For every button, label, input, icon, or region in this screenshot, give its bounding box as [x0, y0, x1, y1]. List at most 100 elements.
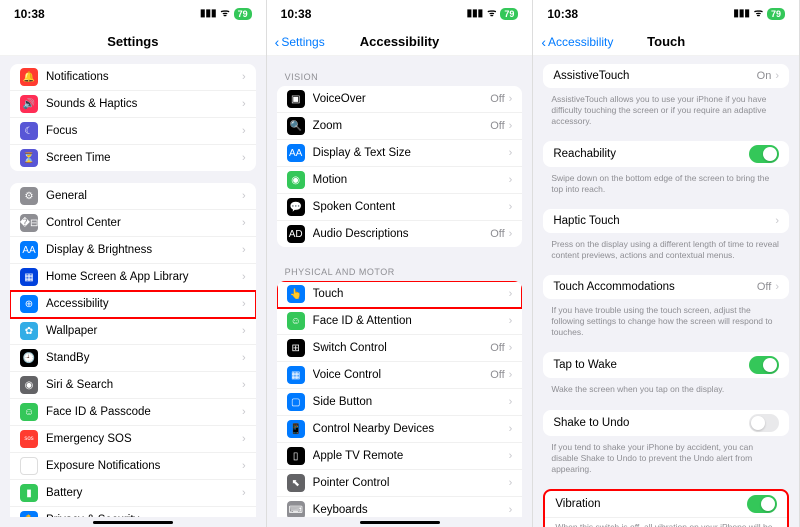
settings-row-home-screen-app-library[interactable]: ▦Home Screen & App Library› — [10, 264, 256, 291]
back-button[interactable]: ‹ Settings — [275, 34, 325, 50]
accessibility-row-display-text-size[interactable]: AADisplay & Text Size› — [277, 140, 523, 167]
row-vibration[interactable]: Vibration — [545, 491, 787, 518]
settings-row-wallpaper[interactable]: ✿Wallpaper› — [10, 318, 256, 345]
settings-row-notifications[interactable]: 🔔Notifications› — [10, 64, 256, 91]
chevron-right-icon: › — [509, 120, 513, 132]
settings-row-general[interactable]: ⚙General› — [10, 183, 256, 210]
app-icon: ▢ — [287, 393, 305, 411]
settings-row-standby[interactable]: 🕘StandBy› — [10, 345, 256, 372]
row-label: Keyboards — [313, 504, 509, 516]
chevron-right-icon: › — [509, 288, 513, 300]
accessibility-row-side-button[interactable]: ▢Side Button› — [277, 389, 523, 416]
wifi-icon: ᯤ — [487, 9, 496, 19]
nav-header: ‹ Settings Accessibility — [267, 28, 533, 56]
app-icon: ▣ — [287, 90, 305, 108]
accessibility-row-apple-tv-remote[interactable]: ▯Apple TV Remote› — [277, 443, 523, 470]
flower-icon: ✿ — [20, 322, 38, 340]
accessibility-row-control-nearby-devices[interactable]: 📱Control Nearby Devices› — [277, 416, 523, 443]
gear-icon: ⚙ — [20, 187, 38, 205]
settings-row-exposure-notifications[interactable]: ⊙Exposure Notifications› — [10, 453, 256, 480]
accessibility-row-voice-control[interactable]: ▦Voice ControlOff› — [277, 362, 523, 389]
accessibility-row-zoom[interactable]: 🔍ZoomOff› — [277, 113, 523, 140]
row-label: AssistiveTouch — [553, 70, 756, 82]
accessibility-row-voiceover[interactable]: ▣VoiceOverOff› — [277, 86, 523, 113]
app-icon: ⬉ — [287, 474, 305, 492]
row-value: On — [757, 70, 772, 82]
app-icon: ◉ — [287, 171, 305, 189]
back-button[interactable]: ‹ Accessibility — [541, 34, 613, 50]
chevron-right-icon: › — [242, 98, 246, 110]
row-label: Apple TV Remote — [313, 450, 509, 462]
chevron-right-icon: › — [242, 325, 246, 337]
app-icon: 👆 — [287, 285, 305, 303]
text-size-icon: AA — [20, 241, 38, 259]
row-label: Display & Text Size — [313, 147, 509, 159]
sos-icon: sos — [20, 430, 38, 448]
row-shake-to-undo[interactable]: Shake to Undo — [543, 410, 789, 436]
row-haptic-touch[interactable]: Haptic Touch › — [543, 209, 789, 233]
settings-row-siri-search[interactable]: ◉Siri & Search› — [10, 372, 256, 399]
clock: 10:38 — [14, 7, 45, 21]
settings-row-control-center[interactable]: �⊟Control Center› — [10, 210, 256, 237]
app-icon: ▦ — [287, 366, 305, 384]
row-label: Accessibility — [46, 298, 242, 310]
chevron-right-icon: › — [775, 281, 779, 293]
settings-row-display-brightness[interactable]: AADisplay & Brightness› — [10, 237, 256, 264]
settings-row-sounds-haptics[interactable]: 🔊Sounds & Haptics› — [10, 91, 256, 118]
row-value: Off — [490, 120, 504, 132]
row-label: Siri & Search — [46, 379, 242, 391]
app-icon: AD — [287, 225, 305, 243]
row-label: VoiceOver — [313, 93, 491, 105]
chevron-right-icon: › — [509, 174, 513, 186]
toggle-vibration[interactable] — [747, 495, 777, 513]
home-indicator[interactable] — [360, 521, 440, 524]
settings-row-battery[interactable]: ▮Battery› — [10, 480, 256, 507]
battery-icon: 79 — [234, 8, 252, 20]
chevron-right-icon: › — [242, 271, 246, 283]
row-label: Vibration — [555, 498, 747, 510]
accessibility-row-face-id-attention[interactable]: ☺Face ID & Attention› — [277, 308, 523, 335]
accessibility-row-motion[interactable]: ◉Motion› — [277, 167, 523, 194]
settings-row-focus[interactable]: ☾Focus› — [10, 118, 256, 145]
row-tap-to-wake[interactable]: Tap to Wake — [543, 352, 789, 378]
nav-header: ‹ Accessibility Touch — [533, 28, 799, 56]
accessibility-row-keyboards[interactable]: ⌨Keyboards› — [277, 497, 523, 517]
chevron-right-icon: › — [509, 228, 513, 240]
accessibility-row-pointer-control[interactable]: ⬉Pointer Control› — [277, 470, 523, 497]
grid-icon: ▦ — [20, 268, 38, 286]
toggle-tap-to-wake[interactable] — [749, 356, 779, 374]
clock-icon: 🕘 — [20, 349, 38, 367]
chevron-right-icon: › — [242, 244, 246, 256]
settings-row-face-id-passcode[interactable]: ☺Face ID & Passcode› — [10, 399, 256, 426]
chevron-right-icon: › — [242, 152, 246, 164]
home-indicator[interactable] — [93, 521, 173, 524]
chevron-right-icon: › — [509, 477, 513, 489]
row-label: Switch Control — [313, 342, 491, 354]
row-reachability[interactable]: Reachability — [543, 141, 789, 167]
siri-icon: ◉ — [20, 376, 38, 394]
row-label: Screen Time — [46, 152, 242, 164]
screen-settings: 10:38 ▮▮▮ ᯤ 79 Settings 🔔Notifications›🔊… — [0, 0, 267, 527]
hand-icon: ✋ — [20, 511, 38, 517]
settings-row-privacy-security[interactable]: ✋Privacy & Security› — [10, 507, 256, 517]
accessibility-row-touch[interactable]: 👆Touch› — [277, 281, 523, 308]
toggle-reachability[interactable] — [749, 145, 779, 163]
footer-haptic: Press on the display using a different l… — [543, 237, 789, 269]
chevron-right-icon: › — [242, 406, 246, 418]
wifi-icon: ᯤ — [221, 9, 230, 19]
chevron-right-icon: › — [242, 514, 246, 517]
row-label: Audio Descriptions — [313, 228, 491, 240]
footer-vibration: When this switch is off, all vibration o… — [545, 518, 787, 527]
toggle-shake-to-undo[interactable] — [749, 414, 779, 432]
row-touch-accommodations[interactable]: Touch Accommodations Off › — [543, 275, 789, 299]
settings-row-emergency-sos[interactable]: sosEmergency SOS› — [10, 426, 256, 453]
accessibility-row-switch-control[interactable]: ⊞Switch ControlOff› — [277, 335, 523, 362]
accessibility-row-audio-descriptions[interactable]: ADAudio DescriptionsOff› — [277, 221, 523, 247]
settings-row-accessibility[interactable]: ⊕Accessibility› — [10, 291, 256, 318]
settings-row-screen-time[interactable]: ⏳Screen Time› — [10, 145, 256, 171]
clock: 10:38 — [281, 7, 312, 21]
row-assistivetouch[interactable]: AssistiveTouch On › — [543, 64, 789, 88]
accessibility-row-spoken-content[interactable]: 💬Spoken Content› — [277, 194, 523, 221]
chevron-right-icon: › — [242, 217, 246, 229]
chevron-right-icon: › — [775, 215, 779, 227]
